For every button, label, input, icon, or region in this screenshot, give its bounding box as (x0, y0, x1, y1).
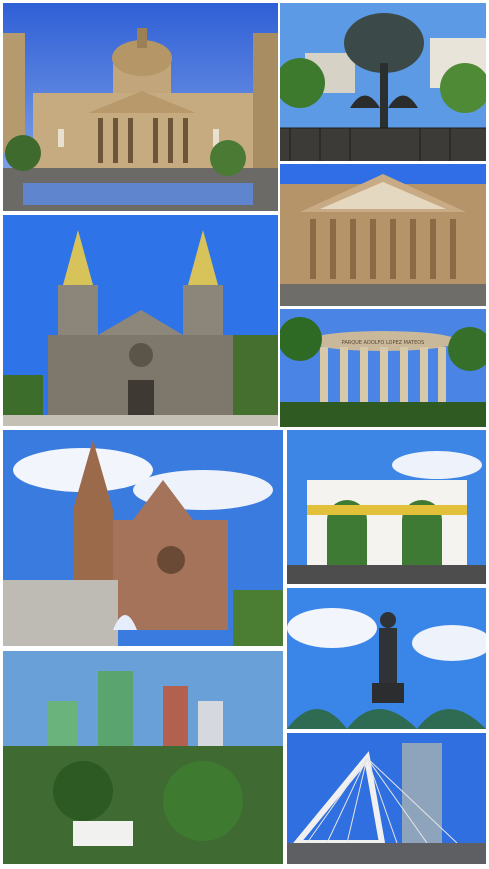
photo-cathedral-museum (3, 3, 278, 211)
rotunda-inscription: PARQUE ADOLFO LOPEZ MATEOS (342, 340, 425, 346)
photo-cathedral-towers (3, 215, 278, 426)
photo-theater-facade (280, 164, 486, 306)
photo-tree-fountain (280, 3, 486, 161)
photo-minerva-statue (287, 588, 486, 729)
photo-arches (287, 430, 486, 584)
photo-cable-bridge (287, 733, 486, 864)
photo-skyline (3, 651, 283, 864)
photo-gothic-church (3, 430, 283, 646)
photo-rotunda: PARQUE ADOLFO LOPEZ MATEOS (280, 309, 486, 427)
